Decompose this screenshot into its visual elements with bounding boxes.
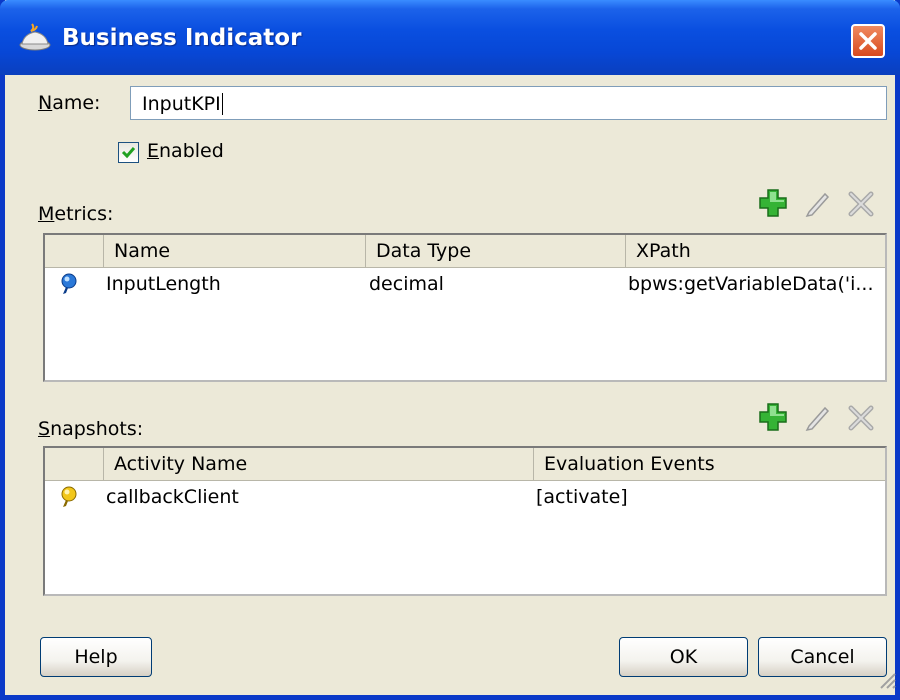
metrics-header-xpath[interactable]: XPath: [626, 235, 885, 268]
text-caret: [222, 93, 223, 115]
snapshot-activity-cell: callbackClient: [106, 486, 239, 508]
name-label: Name:: [38, 92, 101, 114]
metrics-header-data-type[interactable]: Data Type: [366, 235, 626, 268]
snapshots-table: Activity Name Evaluation Events callback…: [43, 446, 887, 596]
close-icon: [859, 32, 877, 50]
metrics-table: Name Data Type XPath InputLength decimal…: [43, 233, 887, 382]
delete-snapshot-icon[interactable]: [847, 404, 875, 432]
metric-data-type-cell: decimal: [369, 273, 444, 295]
app-icon: [19, 23, 51, 51]
checkmark-icon: [121, 147, 136, 159]
snapshots-header-evaluation-events[interactable]: Evaluation Events: [534, 448, 885, 481]
metric-xpath-cell: bpws:getVariableData('i...: [628, 273, 874, 295]
metric-name-cell: InputLength: [106, 273, 221, 295]
help-button[interactable]: Help: [40, 637, 152, 677]
snapshots-label: Snapshots:: [38, 418, 144, 440]
business-indicator-dialog: Business Indicator Name: InputKPI Enable…: [0, 0, 900, 700]
table-row[interactable]: callbackClient [activate]: [45, 481, 885, 513]
snapshots-header-icon-col: [45, 448, 104, 481]
cancel-button[interactable]: Cancel: [758, 637, 887, 677]
snapshot-events-cell: [activate]: [536, 486, 628, 508]
yellow-key-icon: [61, 486, 77, 507]
enabled-label[interactable]: Enabled: [147, 140, 224, 162]
title-bar[interactable]: Business Indicator: [0, 0, 900, 75]
close-button[interactable]: [851, 24, 885, 58]
metrics-label: Metrics:: [38, 203, 114, 225]
ok-button[interactable]: OK: [619, 637, 748, 677]
name-input[interactable]: InputKPI: [130, 86, 887, 120]
window-title: Business Indicator: [62, 25, 302, 51]
table-row[interactable]: InputLength decimal bpws:getVariableData…: [45, 268, 885, 300]
resize-grip-icon[interactable]: [875, 668, 897, 690]
edit-metric-icon[interactable]: [803, 188, 833, 218]
metrics-header-name[interactable]: Name: [104, 235, 366, 268]
name-input-value: InputKPI: [142, 93, 221, 115]
add-metric-icon[interactable]: [757, 188, 789, 218]
metrics-header-icon-col: [45, 235, 104, 268]
snapshots-header-activity-name[interactable]: Activity Name: [104, 448, 534, 481]
add-snapshot-icon[interactable]: [757, 402, 789, 432]
blue-key-icon: [61, 273, 77, 294]
delete-metric-icon[interactable]: [847, 190, 875, 218]
enabled-checkbox[interactable]: [118, 142, 139, 163]
edit-snapshot-icon[interactable]: [803, 402, 833, 432]
